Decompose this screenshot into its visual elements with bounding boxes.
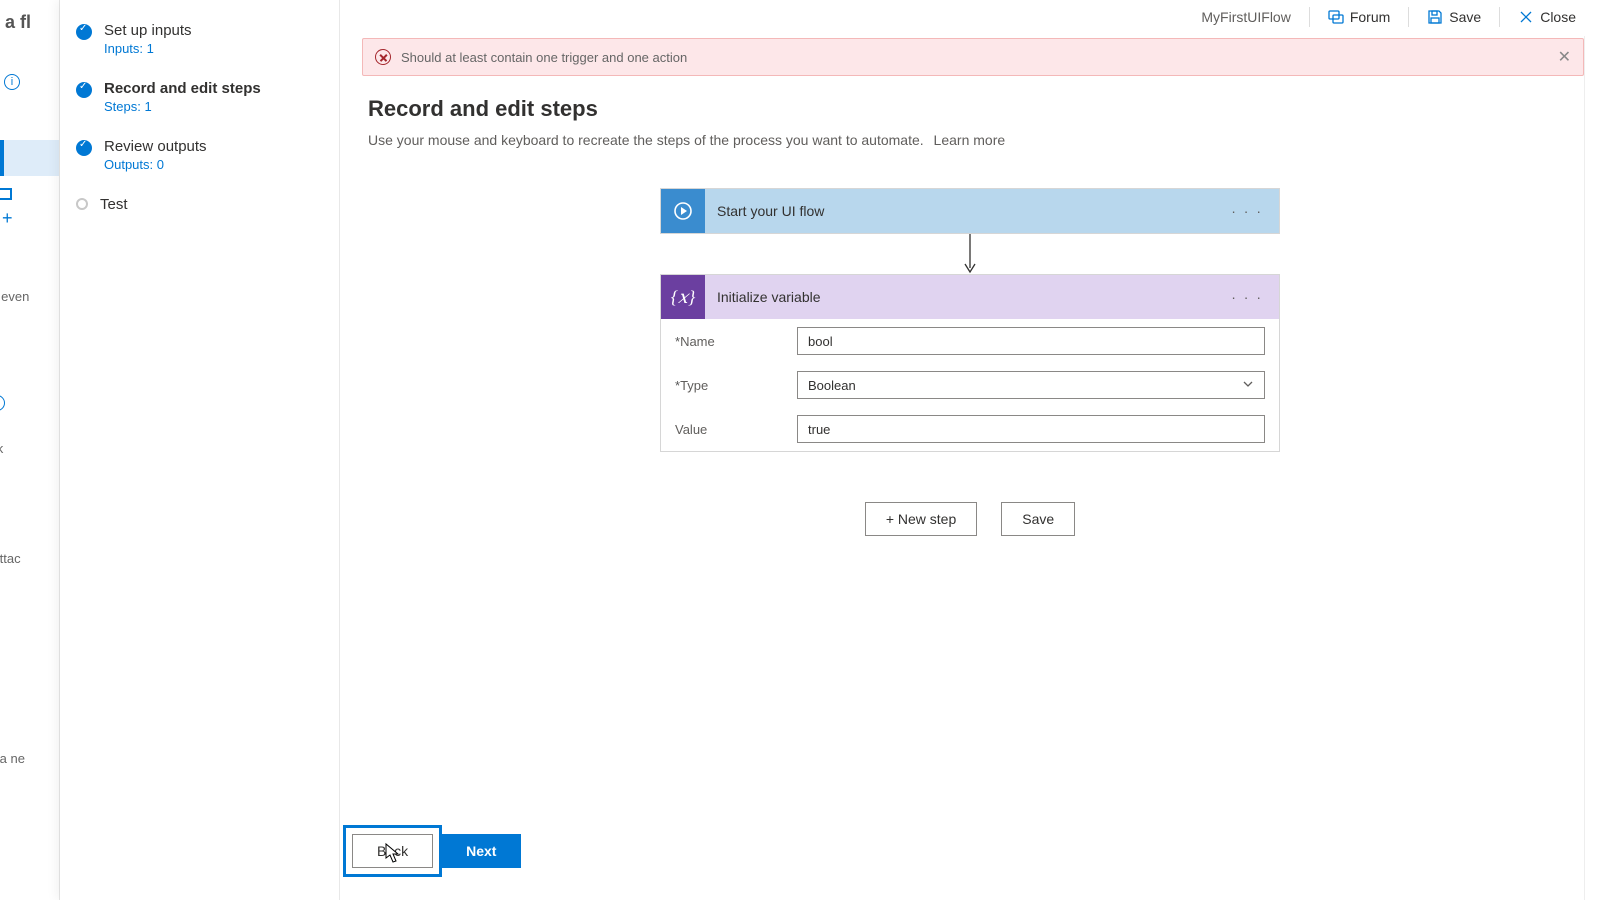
card-title: Start your UI flow bbox=[717, 203, 824, 219]
ui-flow-editor-panel: Set up inputs Inputs: 1 Record and edit … bbox=[60, 0, 1600, 900]
error-message: Should at least contain one trigger and … bbox=[401, 50, 687, 65]
page-description: Use your mouse and keyboard to recreate … bbox=[368, 132, 1572, 148]
error-icon bbox=[375, 49, 391, 65]
step-setup-inputs[interactable]: Set up inputs Inputs: 1 bbox=[76, 22, 323, 56]
flow-name-label: MyFirstUIFlow bbox=[1201, 9, 1290, 25]
flow-canvas: Start your UI flow · · · {𝑥} Initialize … bbox=[368, 188, 1572, 536]
step-title: Review outputs bbox=[104, 138, 207, 155]
error-banner: Should at least contain one trigger and … bbox=[362, 38, 1584, 76]
page-title: Record and edit steps bbox=[368, 96, 1572, 122]
step-done-icon bbox=[76, 24, 92, 40]
editor-header: MyFirstUIFlow Forum Save Close bbox=[340, 0, 1600, 34]
type-label: *Type bbox=[675, 378, 797, 393]
step-record-edit[interactable]: Record and edit steps Steps: 1 bbox=[76, 80, 323, 114]
save-button[interactable]: Save bbox=[1419, 5, 1489, 29]
step-done-icon bbox=[76, 140, 92, 156]
step-title: Test bbox=[100, 196, 128, 213]
wizard-steps-sidebar: Set up inputs Inputs: 1 Record and edit … bbox=[60, 0, 340, 900]
name-input[interactable] bbox=[797, 327, 1265, 355]
step-title: Set up inputs bbox=[104, 22, 192, 39]
close-icon bbox=[1518, 9, 1534, 25]
step-subtitle: Steps: 1 bbox=[104, 99, 261, 114]
forum-icon bbox=[1328, 9, 1344, 25]
name-label: *Name bbox=[675, 334, 797, 349]
type-select[interactable]: Boolean bbox=[797, 371, 1265, 399]
step-review-outputs[interactable]: Review outputs Outputs: 0 bbox=[76, 138, 323, 172]
flow-arrow bbox=[963, 234, 977, 274]
info-icon: i bbox=[0, 73, 59, 90]
step-done-icon bbox=[76, 82, 92, 98]
scrollbar[interactable] bbox=[1584, 36, 1600, 900]
dismiss-banner-button[interactable]: ✕ bbox=[1558, 47, 1571, 67]
step-pending-icon bbox=[76, 198, 88, 210]
initialize-variable-card[interactable]: {𝑥} Initialize variable · · · *Name *Typ… bbox=[660, 274, 1280, 452]
next-button[interactable]: Next bbox=[441, 834, 521, 868]
card-title: Initialize variable bbox=[717, 289, 821, 305]
card-menu-button[interactable]: · · · bbox=[1225, 203, 1269, 219]
learn-more-link[interactable]: Learn more bbox=[934, 132, 1006, 148]
forum-button[interactable]: Forum bbox=[1320, 5, 1398, 29]
value-label: Value bbox=[675, 422, 797, 437]
wizard-footer: Back Next bbox=[352, 834, 521, 868]
step-title: Record and edit steps bbox=[104, 80, 261, 97]
start-flow-card[interactable]: Start your UI flow · · · bbox=[660, 188, 1280, 234]
close-button[interactable]: Close bbox=[1510, 5, 1584, 29]
new-step-button[interactable]: + New step bbox=[865, 502, 977, 536]
save-step-button[interactable]: Save bbox=[1001, 502, 1075, 536]
main-content: MyFirstUIFlow Forum Save Close Should at… bbox=[340, 0, 1600, 900]
value-input[interactable] bbox=[797, 415, 1265, 443]
save-icon bbox=[1427, 9, 1443, 25]
step-subtitle: Outputs: 0 bbox=[104, 157, 207, 172]
play-circle-icon bbox=[661, 189, 705, 233]
chevron-down-icon bbox=[1242, 378, 1254, 393]
step-test[interactable]: Test bbox=[76, 196, 323, 213]
back-button[interactable]: Back bbox=[352, 834, 433, 868]
background-app-partial: ake a fl i + nated even atei e work mail… bbox=[0, 0, 60, 900]
variable-icon: {𝑥} bbox=[661, 275, 705, 319]
step-subtitle: Inputs: 1 bbox=[104, 41, 192, 56]
card-menu-button[interactable]: · · · bbox=[1225, 289, 1269, 305]
